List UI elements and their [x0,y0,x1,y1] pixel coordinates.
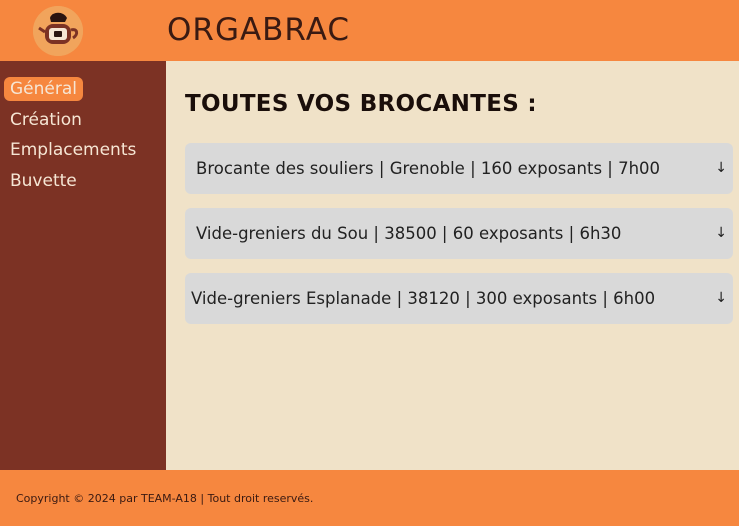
arrow-down-icon[interactable]: ↓ [715,208,727,259]
brocante-item[interactable]: Vide-greniers du Sou | 38500 | 60 exposa… [185,208,733,259]
sidebar-item-general[interactable]: Général [4,77,83,101]
arrow-down-icon[interactable]: ↓ [715,143,727,194]
sidebar-item-creation[interactable]: Création [10,108,82,132]
sidebar-item-emplacements[interactable]: Emplacements [10,138,136,162]
copyright-text: Copyright © 2024 par TEAM-A18 | Tout dro… [16,492,314,505]
main-content: TOUTES VOS BROCANTES : Brocante des soul… [166,61,739,470]
logo-graphic [33,6,83,56]
sidebar-item-buvette[interactable]: Buvette [10,169,77,193]
sidebar: Général Création Emplacements Buvette [0,61,166,470]
brocante-label: Vide-greniers du Sou | 38500 | 60 exposa… [196,224,622,243]
arrow-down-icon[interactable]: ↓ [715,273,727,324]
brocante-label: Vide-greniers Esplanade | 38120 | 300 ex… [191,289,656,308]
app-header: ORGABRAC [0,0,739,61]
brocante-label: Brocante des souliers | Grenoble | 160 e… [196,159,661,178]
teapot-icon[interactable] [33,6,83,56]
brocante-item[interactable]: Vide-greniers Esplanade | 38120 | 300 ex… [185,273,733,324]
brocante-item[interactable]: Brocante des souliers | Grenoble | 160 e… [185,143,733,194]
app-title: ORGABRAC [167,12,351,48]
app-footer: Copyright © 2024 par TEAM-A18 | Tout dro… [0,470,739,526]
page-title: TOUTES VOS BROCANTES : [185,91,537,117]
